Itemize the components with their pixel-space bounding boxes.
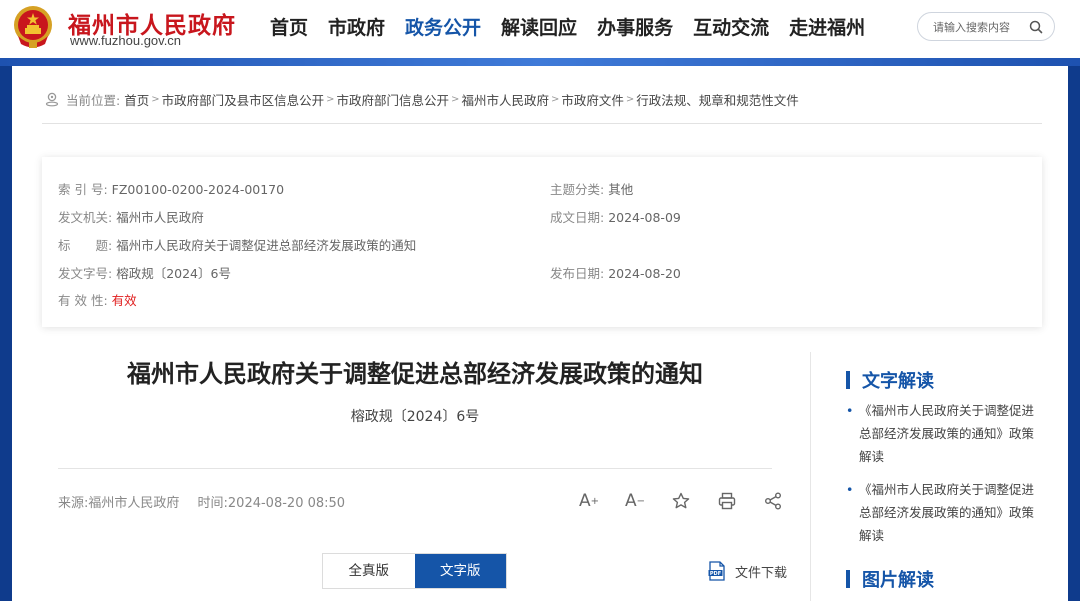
site-header: 福州市人民政府 www.fuzhou.gov.cn 首页 市政府 政务公开 解读… bbox=[0, 0, 1080, 58]
info-title: 标 题: 福州市人民政府关于调整促进总部经济发展政策的通知 bbox=[58, 235, 416, 254]
text-interpretation-heading: 文字解读 bbox=[846, 367, 934, 393]
print-button[interactable] bbox=[704, 488, 750, 514]
breadcrumb-separator-icon: > bbox=[451, 93, 460, 105]
info-published-date-value: 2024-08-20 bbox=[608, 266, 681, 281]
band-stripe bbox=[0, 58, 1080, 66]
breadcrumb-gov-documents[interactable]: 市政府文件 bbox=[561, 90, 624, 109]
info-doc-number-value: 榕政规〔2024〕6号 bbox=[116, 266, 231, 281]
search-input[interactable]: 请输入搜索内容 bbox=[933, 19, 1010, 35]
national-emblem-icon[interactable] bbox=[12, 4, 54, 50]
info-title-label: 标 题: bbox=[58, 238, 113, 253]
bullet-icon: • bbox=[846, 403, 854, 418]
plus-icon: + bbox=[590, 495, 600, 507]
tab-full-version[interactable]: 全真版 bbox=[323, 554, 415, 588]
info-written-date: 成文日期: 2024-08-09 bbox=[550, 207, 681, 226]
file-download-link[interactable]: PDF 文件下载 bbox=[708, 561, 787, 581]
search-icon[interactable] bbox=[1028, 19, 1044, 35]
article-time: 时间:2024-08-20 08:50 bbox=[197, 496, 346, 511]
document-info-card: 索 引 号: FZ00100-0200-2024-00170 主题分类: 其他 … bbox=[42, 157, 1042, 327]
info-validity-label: 有 效 性: bbox=[58, 293, 108, 308]
breadcrumb-divider bbox=[42, 123, 1042, 124]
version-tabs: 全真版 文字版 bbox=[322, 553, 507, 589]
nav-item-interaction[interactable]: 互动交流 bbox=[693, 0, 769, 58]
text-interpretation-link-2[interactable]: • 《福州市人民政府关于调整促进总部经济发展政策的通知》政策解读 bbox=[846, 478, 1046, 547]
svg-text:PDF: PDF bbox=[710, 571, 721, 577]
heading-marker bbox=[846, 570, 850, 588]
article-doc-number: 榕政规〔2024〕6号 bbox=[350, 409, 480, 425]
info-issuer-value: 福州市人民政府 bbox=[116, 210, 204, 225]
nav-item-public-affairs[interactable]: 政务公开 bbox=[405, 0, 481, 58]
info-written-date-value: 2024-08-09 bbox=[608, 210, 681, 225]
star-icon bbox=[672, 492, 690, 509]
info-index-label: 索 引 号: bbox=[58, 182, 108, 197]
favorite-button[interactable] bbox=[658, 488, 704, 514]
font-decrease-button[interactable]: A − bbox=[612, 488, 658, 514]
minus-icon: − bbox=[636, 495, 646, 507]
share-icon bbox=[765, 492, 781, 510]
article-source: 来源:福州市人民政府 bbox=[58, 496, 180, 511]
share-button[interactable] bbox=[750, 488, 796, 514]
info-topic-value: 其他 bbox=[608, 182, 634, 197]
nav-item-interpretation[interactable]: 解读回应 bbox=[501, 0, 577, 58]
tab-text-version[interactable]: 文字版 bbox=[414, 554, 506, 588]
nav-item-government[interactable]: 市政府 bbox=[328, 0, 385, 58]
heading-marker bbox=[846, 371, 850, 389]
breadcrumb-municipal-gov[interactable]: 福州市人民政府 bbox=[461, 90, 549, 109]
search-box[interactable]: 请输入搜索内容 bbox=[917, 12, 1055, 41]
site-url: www.fuzhou.gov.cn bbox=[70, 33, 182, 48]
breadcrumb-separator-icon: > bbox=[625, 93, 635, 105]
breadcrumb-separator-icon: > bbox=[151, 93, 160, 105]
nav-item-services[interactable]: 办事服务 bbox=[597, 0, 673, 58]
info-issuer-label: 发文机关: bbox=[58, 210, 113, 225]
location-icon bbox=[45, 92, 59, 107]
info-index: 索 引 号: FZ00100-0200-2024-00170 bbox=[58, 179, 284, 198]
breadcrumb-dept-info[interactable]: 市政府部门信息公开 bbox=[337, 90, 450, 109]
info-doc-number: 发文字号: 榕政规〔2024〕6号 bbox=[58, 263, 231, 282]
breadcrumb: 当前位置: 首页 > 市政府部门及县市区信息公开 > 市政府部门信息公开 > 福… bbox=[44, 89, 799, 109]
pdf-icon: PDF bbox=[708, 561, 725, 581]
sidebar-divider bbox=[810, 352, 811, 601]
breadcrumb-label: 当前位置: bbox=[66, 92, 121, 108]
file-download-label: 文件下载 bbox=[735, 565, 788, 581]
font-increase-button[interactable]: A + bbox=[566, 488, 612, 514]
info-title-value: 福州市人民政府关于调整促进总部经济发展政策的通知 bbox=[116, 238, 417, 253]
text-interpretation-link-label: 《福州市人民政府关于调整促进总部经济发展政策的通知》政策解读 bbox=[859, 403, 1035, 464]
breadcrumb-home[interactable]: 首页 bbox=[124, 90, 149, 109]
breadcrumb-separator-icon: > bbox=[550, 93, 560, 105]
article-title: 福州市人民政府关于调整促进总部经济发展政策的通知 bbox=[127, 360, 703, 388]
article-toolbar: A + A − bbox=[566, 488, 796, 514]
image-interpretation-title: 图片解读 bbox=[862, 570, 934, 591]
info-index-value: FZ00100-0200-2024-00170 bbox=[111, 182, 285, 197]
info-topic: 主题分类: 其他 bbox=[550, 179, 633, 198]
nav-item-about-fuzhou[interactable]: 走进福州 bbox=[789, 0, 865, 58]
breadcrumb-separator-icon: > bbox=[326, 93, 335, 105]
bullet-icon: • bbox=[846, 482, 854, 497]
text-interpretation-link-label: 《福州市人民政府关于调整促进总部经济发展政策的通知》政策解读 bbox=[859, 482, 1035, 543]
breadcrumb-regulations[interactable]: 行政法规、规章和规范性文件 bbox=[636, 90, 799, 109]
info-published-date: 发布日期: 2024-08-20 bbox=[550, 263, 681, 282]
info-validity-value: 有效 bbox=[111, 293, 137, 308]
nav-item-home[interactable]: 首页 bbox=[270, 0, 308, 58]
main-nav: 首页 市政府 政务公开 解读回应 办事服务 互动交流 走进福州 bbox=[270, 0, 885, 58]
info-doc-number-label: 发文字号: bbox=[58, 266, 113, 281]
info-validity: 有 效 性: 有效 bbox=[58, 290, 137, 309]
font-decrease-label: A bbox=[624, 491, 637, 511]
info-topic-label: 主题分类: bbox=[550, 182, 605, 197]
print-icon bbox=[718, 492, 736, 510]
info-written-date-label: 成文日期: bbox=[550, 210, 605, 225]
info-issuer: 发文机关: 福州市人民政府 bbox=[58, 207, 204, 226]
text-interpretation-title: 文字解读 bbox=[862, 371, 934, 392]
image-interpretation-heading: 图片解读 bbox=[846, 566, 934, 592]
breadcrumb-dept-county[interactable]: 市政府部门及县市区信息公开 bbox=[162, 90, 325, 109]
font-increase-label: A bbox=[578, 491, 591, 511]
article-divider bbox=[58, 468, 772, 469]
article-meta: 来源:福州市人民政府 时间:2024-08-20 08:50 bbox=[58, 492, 359, 511]
text-interpretation-link-1[interactable]: • 《福州市人民政府关于调整促进总部经济发展政策的通知》政策解读 bbox=[846, 399, 1046, 468]
info-published-date-label: 发布日期: bbox=[550, 266, 605, 281]
